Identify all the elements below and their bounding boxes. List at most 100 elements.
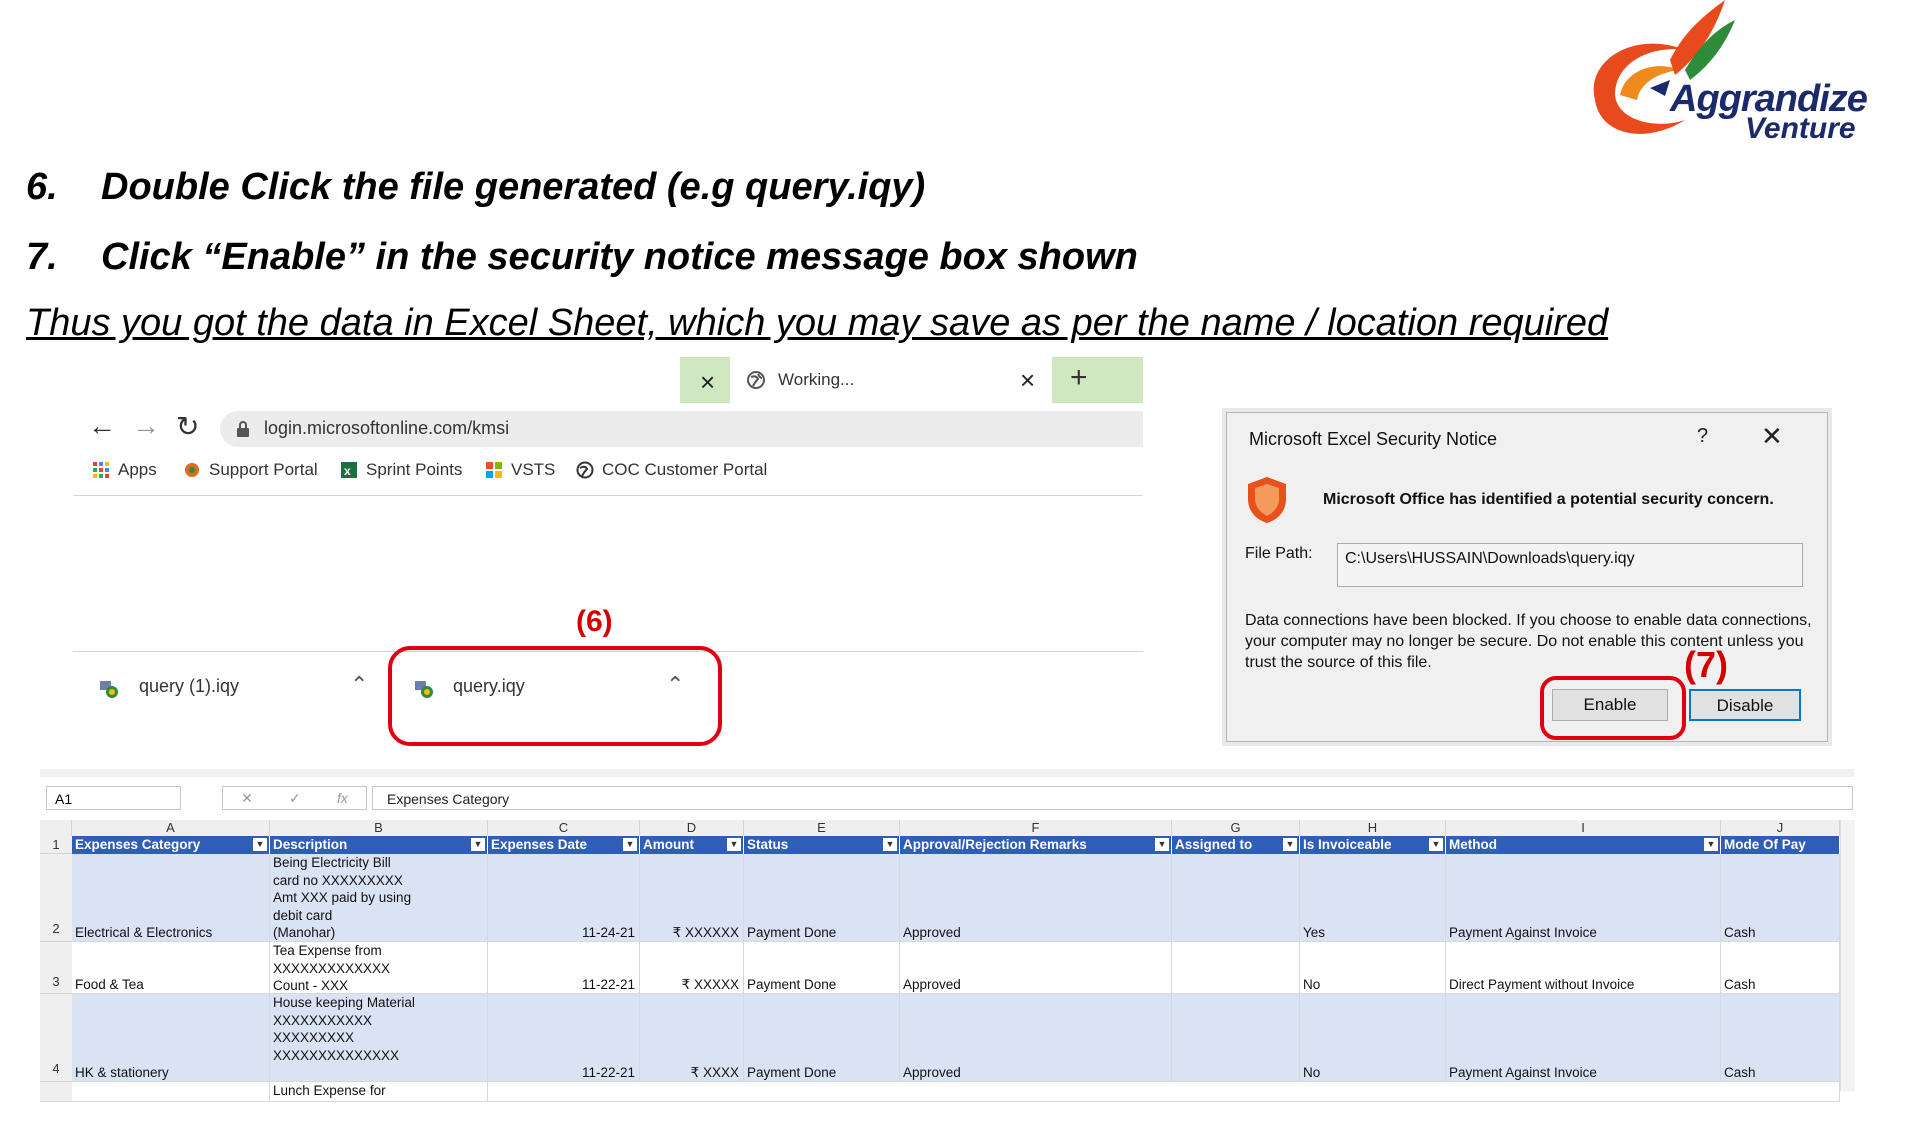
row-header-1[interactable]: 1 xyxy=(40,836,72,854)
table-cell[interactable]: 11-22-21 xyxy=(488,942,640,994)
column-header-d[interactable]: D xyxy=(640,820,744,836)
filter-dropdown-icon[interactable]: ▼ xyxy=(1283,838,1297,851)
column-header-c[interactable]: C xyxy=(488,820,640,836)
header-cell[interactable]: Expenses Date ▼ xyxy=(488,836,640,854)
table-cell[interactable]: Direct Payment without Invoice xyxy=(1446,942,1721,994)
header-cell[interactable]: Is Invoiceable ▼ xyxy=(1300,836,1446,854)
table-cell[interactable]: Approved xyxy=(900,854,1172,942)
table-cell[interactable]: No xyxy=(1300,994,1446,1082)
column-header-i[interactable]: I xyxy=(1446,820,1721,836)
header-cell[interactable]: Assigned to ▼ xyxy=(1172,836,1300,854)
filter-dropdown-icon[interactable]: ▼ xyxy=(253,838,267,851)
table-cell[interactable]: Being Electricity Bill card no XXXXXXXXX… xyxy=(270,854,488,942)
select-all-corner[interactable] xyxy=(40,820,72,836)
table-cell[interactable]: Cash xyxy=(1721,942,1840,994)
formula-input[interactable]: Expenses Category xyxy=(372,786,1853,810)
table-cell[interactable]: Approved xyxy=(900,942,1172,994)
filter-dropdown-icon[interactable]: ▼ xyxy=(883,838,897,851)
row-header-3[interactable]: 3 xyxy=(40,942,72,994)
header-cell[interactable]: Approval/Rejection Remarks ▼ xyxy=(900,836,1172,854)
table-cell[interactable]: Payment Against Invoice xyxy=(1446,994,1721,1082)
table-cell[interactable]: Cash xyxy=(1721,994,1840,1082)
filter-dropdown-icon[interactable]: ▼ xyxy=(471,838,485,851)
table-cell[interactable]: Electrical & Electronics xyxy=(72,854,270,942)
dialog-heading: Microsoft Office has identified a potent… xyxy=(1323,491,1774,508)
column-header-e[interactable]: E xyxy=(744,820,900,836)
tab-close-icon[interactable]: × xyxy=(1020,365,1035,396)
vertical-scrollbar[interactable] xyxy=(1840,820,1855,1091)
table-cell[interactable]: Cash xyxy=(1721,854,1840,942)
table-cell[interactable]: Yes xyxy=(1300,854,1446,942)
forward-arrow-icon[interactable]: → xyxy=(132,410,160,442)
row-header-5[interactable] xyxy=(40,1082,72,1102)
download-query-1[interactable]: query (1).iqy xyxy=(139,676,239,697)
table-cell[interactable]: Food & Tea xyxy=(72,942,270,994)
table-cell[interactable]: Tea Expense from XXXXXXXXXXXXX Count - X… xyxy=(270,942,488,994)
table-cell[interactable]: Payment Done xyxy=(744,942,900,994)
help-icon[interactable]: ? xyxy=(1697,425,1708,448)
table-cell[interactable] xyxy=(1172,942,1300,994)
header-cell[interactable]: Expenses Category ▼ xyxy=(72,836,270,854)
table-cell[interactable] xyxy=(488,1082,1840,1102)
filter-dropdown-icon[interactable]: ▼ xyxy=(1155,838,1169,851)
chevron-up-icon[interactable]: ⌃ xyxy=(350,672,368,698)
table-cell[interactable]: Lunch Expense for xyxy=(270,1082,488,1102)
check-icon[interactable]: ✓ xyxy=(289,790,301,807)
bookmark-sprint-points[interactable]: x Sprint Points xyxy=(340,460,462,480)
address-bar[interactable]: login.microsoftonline.com/kmsi xyxy=(220,411,1143,447)
url-text: login.microsoftonline.com/kmsi xyxy=(264,418,510,438)
column-header-j[interactable]: J xyxy=(1721,820,1840,836)
table-cell[interactable] xyxy=(1172,994,1300,1082)
previous-tab-close-icon[interactable]: × xyxy=(700,367,715,398)
bookmark-label: Support Portal xyxy=(209,460,318,479)
filter-dropdown-icon[interactable]: ▼ xyxy=(1704,838,1718,851)
table-cell[interactable] xyxy=(72,1082,270,1102)
bookmark-coc-customer-portal[interactable]: COC Customer Portal xyxy=(576,460,767,480)
disable-button[interactable]: Disable xyxy=(1689,689,1801,721)
table-cell[interactable]: ₹ XXXXXX xyxy=(640,854,744,942)
header-cell[interactable]: Amount ▼ xyxy=(640,836,744,854)
column-header-g[interactable]: G xyxy=(1172,820,1300,836)
table-cell[interactable]: Payment Done xyxy=(744,994,900,1082)
table-cell[interactable]: ₹ XXXX xyxy=(640,994,744,1082)
cell-text: Tea Expense from XXXXXXXXXXXXX Count - X… xyxy=(273,943,391,993)
annotation-step-6: (6) xyxy=(576,605,613,638)
name-box[interactable]: A1 xyxy=(46,786,181,810)
header-cell[interactable]: Method ▼ xyxy=(1446,836,1721,854)
table-cell[interactable]: HK & stationery xyxy=(72,994,270,1082)
header-cell[interactable]: Description ▼ xyxy=(270,836,488,854)
table-cell[interactable]: No xyxy=(1300,942,1446,994)
bookmark-apps[interactable]: Apps xyxy=(92,460,157,480)
bookmark-support-portal[interactable]: Support Portal xyxy=(183,460,318,480)
close-icon[interactable]: ✕ xyxy=(1761,421,1783,452)
table-cell[interactable] xyxy=(1172,854,1300,942)
filter-dropdown-icon[interactable]: ▼ xyxy=(727,838,741,851)
column-header-f[interactable]: F xyxy=(900,820,1172,836)
column-header-b[interactable]: B xyxy=(270,820,488,836)
reload-icon[interactable]: ↻ xyxy=(176,410,199,443)
back-arrow-icon[interactable]: ← xyxy=(88,410,116,442)
new-tab-button[interactable]: + xyxy=(1070,361,1088,395)
summary-note: Thus you got the data in Excel Sheet, wh… xyxy=(26,302,1609,344)
table-cell[interactable]: House keeping Material XXXXXXXXXXX XXXXX… xyxy=(270,994,488,1082)
header-label: Is Invoiceable xyxy=(1303,837,1392,852)
header-cell[interactable]: Mode Of Pay xyxy=(1721,836,1840,854)
filter-dropdown-icon[interactable]: ▼ xyxy=(623,838,637,851)
row-header-2[interactable]: 2 xyxy=(40,854,72,942)
function-icon[interactable]: fx xyxy=(337,790,348,806)
table-cell[interactable]: 11-22-21 xyxy=(488,994,640,1082)
table-cell[interactable]: Approved xyxy=(900,994,1172,1082)
table-cell[interactable]: Payment Against Invoice xyxy=(1446,854,1721,942)
shield-icon xyxy=(1248,477,1286,523)
bookmark-vsts[interactable]: VSTS xyxy=(485,460,555,480)
row-header-4[interactable]: 4 xyxy=(40,994,72,1082)
table-cell[interactable]: Payment Done xyxy=(744,854,900,942)
column-header-h[interactable]: H xyxy=(1300,820,1446,836)
cancel-icon[interactable]: ✕ xyxy=(241,790,253,807)
table-cell[interactable]: ₹ XXXXX xyxy=(640,942,744,994)
browser-tab-working[interactable]: Working... × xyxy=(730,357,1052,403)
column-header-a[interactable]: A xyxy=(72,820,270,836)
filter-dropdown-icon[interactable]: ▼ xyxy=(1429,838,1443,851)
header-cell[interactable]: Status ▼ xyxy=(744,836,900,854)
table-cell[interactable]: 11-24-21 xyxy=(488,854,640,942)
